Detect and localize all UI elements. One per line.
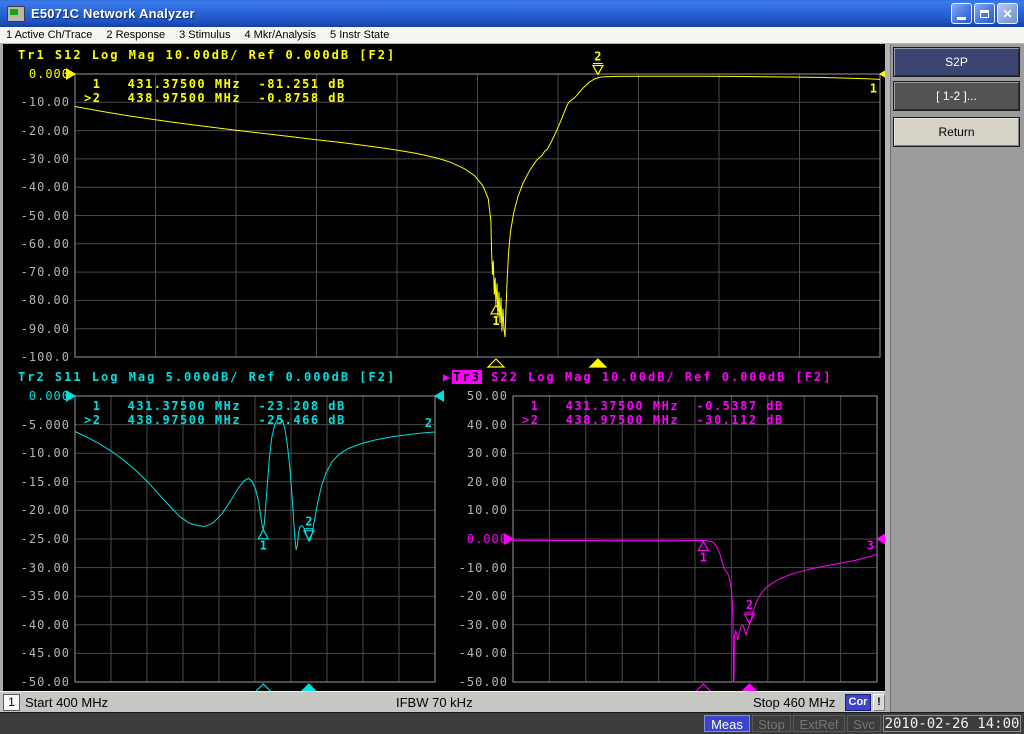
y-tick-tr2-1: -5.000 [10, 418, 70, 432]
y-tick-tr1-9: -90.00 [10, 322, 70, 336]
marker-readout-tr1: 1 431.37500 MHz -81.251 dB >2 438.97500 … [84, 77, 346, 105]
marker-2-icon [744, 614, 754, 623]
y-tick-tr1-0: 0.000 [10, 67, 70, 81]
softkey-1-2[interactable]: [ 1-2 ]... [893, 81, 1020, 111]
chart-title-tr3: ▶Tr3 S22 Log Mag 10.00dB/ Ref 0.000dB [F… [443, 370, 832, 384]
y-tick-tr1-1: -10.00 [10, 95, 70, 109]
stimulus-marker-1-icon [488, 359, 504, 367]
close-button[interactable]: ✕ [997, 3, 1018, 24]
marker-2-label: 2 [746, 598, 753, 612]
y-tick-tr2-3: -15.00 [10, 475, 70, 489]
extref-status-badge: ExtRef [793, 715, 845, 732]
y-tick-tr2-8: -40.00 [10, 618, 70, 632]
restore-icon [980, 10, 989, 18]
y-tick-tr2-2: -10.00 [10, 446, 70, 460]
y-tick-tr1-3: -30.00 [10, 152, 70, 166]
chart-title-tr1: Tr1 S12 Log Mag 10.00dB/ Ref 0.000dB [F2… [18, 48, 396, 62]
marker-2-icon [593, 65, 603, 74]
meas-status-badge: Meas [704, 715, 750, 732]
y-tick-tr2-6: -30.00 [10, 561, 70, 575]
y-tick-tr3-7: -20.00 [448, 589, 508, 603]
menu-bar: 1 Active Ch/Trace 2 Response 3 Stimulus … [0, 27, 1024, 44]
y-tick-tr3-3: 20.00 [448, 475, 508, 489]
minimize-button[interactable] [951, 3, 972, 24]
correction-badge: Cor [845, 694, 871, 711]
ifbw-label: IFBW 70 kHz [396, 695, 473, 710]
y-tick-tr3-2: 30.00 [448, 446, 508, 460]
app-icon [7, 6, 25, 22]
y-tick-tr3-0: 50.00 [448, 389, 508, 403]
y-tick-tr2-0: 0.000 [10, 389, 70, 403]
marker-1-label: 1 [700, 551, 707, 565]
trace-number-tr1: 1 [870, 81, 877, 95]
marker-1-label: 1 [260, 539, 267, 553]
y-tick-tr1-5: -50.00 [10, 209, 70, 223]
y-tick-tr3-10: -50.00 [448, 675, 508, 689]
softkey-sidebar: S2P [ 1-2 ]... Return [885, 44, 1024, 712]
datetime-display: 2010-02-26 14:00 [883, 715, 1021, 732]
trace-number-tr2: 2 [425, 416, 432, 430]
chart-title-tr2: Tr2 S11 Log Mag 5.000dB/ Ref 0.000dB [F2… [18, 370, 396, 384]
stop-frequency-label: Stop 460 MHz [753, 695, 835, 710]
chart-title-text: S22 Log Mag 10.00dB/ Ref 0.000dB [F2] [482, 370, 833, 384]
status-bar: 1 Start 400 MHz IFBW 70 kHz Stop 460 MHz… [0, 691, 885, 712]
marker-1-icon [698, 542, 708, 551]
active-trace-arrow-icon: ▶ [443, 370, 452, 384]
y-tick-tr1-10: -100.0 [10, 350, 70, 364]
y-tick-tr3-6: -10.00 [448, 561, 508, 575]
window-controls: ✕ [951, 3, 1018, 24]
marker-readout-tr3: 1 431.37500 MHz -0.5387 dB >2 438.97500 … [522, 399, 784, 427]
y-tick-tr1-4: -40.00 [10, 180, 70, 194]
y-tick-tr1-8: -80.00 [10, 293, 70, 307]
marker-2-label: 2 [594, 49, 601, 63]
e5071c-window: E5071C Network Analyzer ✕ 1 Active Ch/Tr… [0, 0, 1024, 734]
window-title: E5071C Network Analyzer [31, 6, 951, 21]
minimize-icon [957, 17, 966, 20]
stimulus-marker-2-icon [590, 359, 606, 367]
close-icon: ✕ [1002, 8, 1012, 20]
y-tick-tr2-7: -35.00 [10, 589, 70, 603]
marker-1-icon [258, 530, 268, 539]
svc-status-badge: Svc [847, 715, 881, 732]
softkey-scrollbar[interactable] [885, 44, 891, 712]
softkey-s2p[interactable]: S2P [893, 47, 1020, 77]
y-tick-tr3-5: 0.000 [448, 532, 508, 546]
active-trace-label: Tr3 [452, 370, 482, 384]
menu-item-active-ch-trace[interactable]: 1 Active Ch/Trace [6, 29, 92, 41]
y-tick-tr2-4: -20.00 [10, 503, 70, 517]
y-tick-tr3-8: -30.00 [448, 618, 508, 632]
y-tick-tr1-7: -70.00 [10, 265, 70, 279]
menu-item-stimulus[interactable]: 3 Stimulus [179, 29, 230, 41]
instrument-status-bar: Meas Stop ExtRef Svc 2010-02-26 14:00 [0, 712, 1024, 734]
trace-number-tr3: 3 [867, 538, 874, 552]
marker-2-label: 2 [305, 515, 312, 529]
menu-item-instr-state[interactable]: 5 Instr State [330, 29, 389, 41]
charts-area: 1 2 1 Tr1 S12 Log Mag 10.00dB/ Ref 0.000dB … [0, 44, 885, 691]
restore-button[interactable] [974, 3, 995, 24]
menu-item-response[interactable]: 2 Response [106, 29, 165, 41]
alert-badge: ! [873, 694, 885, 711]
y-tick-tr1-6: -60.00 [10, 237, 70, 251]
marker-readout-tr2: 1 431.37500 MHz -23.208 dB >2 438.97500 … [84, 399, 346, 427]
y-tick-tr3-9: -40.00 [448, 646, 508, 660]
y-tick-tr1-2: -20.00 [10, 124, 70, 138]
start-frequency-label: Start 400 MHz [25, 695, 108, 710]
stop-status-badge: Stop [752, 715, 791, 732]
y-tick-tr3-1: 40.00 [448, 418, 508, 432]
y-tick-tr2-9: -45.00 [10, 646, 70, 660]
y-tick-tr2-10: -50.00 [10, 675, 70, 689]
marker-1-label: 1 [492, 314, 499, 328]
softkey-return[interactable]: Return [893, 117, 1020, 147]
y-tick-tr3-4: 10.00 [448, 503, 508, 517]
channel-indicator: 1 [3, 694, 20, 711]
y-tick-tr2-5: -25.00 [10, 532, 70, 546]
title-bar: E5071C Network Analyzer ✕ [0, 0, 1024, 27]
menu-item-mkr-analysis[interactable]: 4 Mkr/Analysis [244, 29, 316, 41]
